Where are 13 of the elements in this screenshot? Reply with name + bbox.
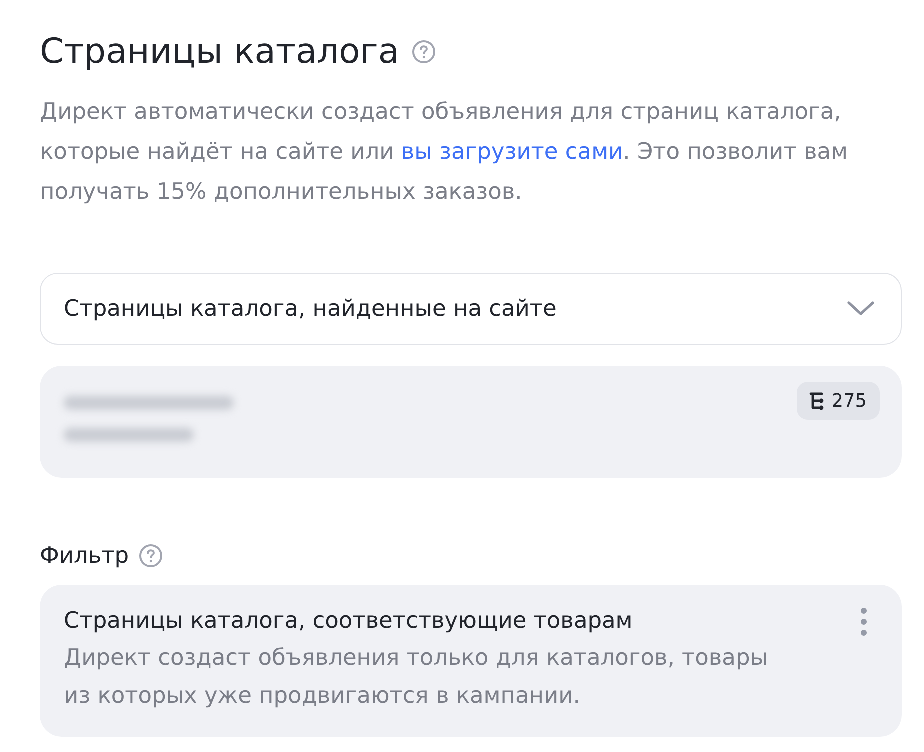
page-count-badge[interactable]: 275 [796,382,880,420]
help-icon[interactable] [139,544,164,568]
description-text: Директ автоматически создаст объявления для страниц каталога, которые найдёт на сайте или вы загрузите сами. Это позволит вам получать 15% дополнительных заказов. [40,98,849,207]
filter-label: Фильтр [40,543,130,569]
tree-icon [808,391,825,411]
help-icon[interactable] [412,40,436,64]
upload-link[interactable]: вы загрузите сами [401,139,624,165]
chevron-down-icon [847,301,875,317]
more-icon[interactable] [860,607,868,637]
filter-option-description: Директ создаст объявления только для каталогов, товары из которых уже продвигаются в кампании. [64,644,770,711]
source-select[interactable]: Страницы каталога, найденные на сайте [40,273,902,345]
section-title: Страницы каталога [40,32,400,72]
filter-option-title: Страницы каталога, соответствующие товарам [64,607,634,636]
